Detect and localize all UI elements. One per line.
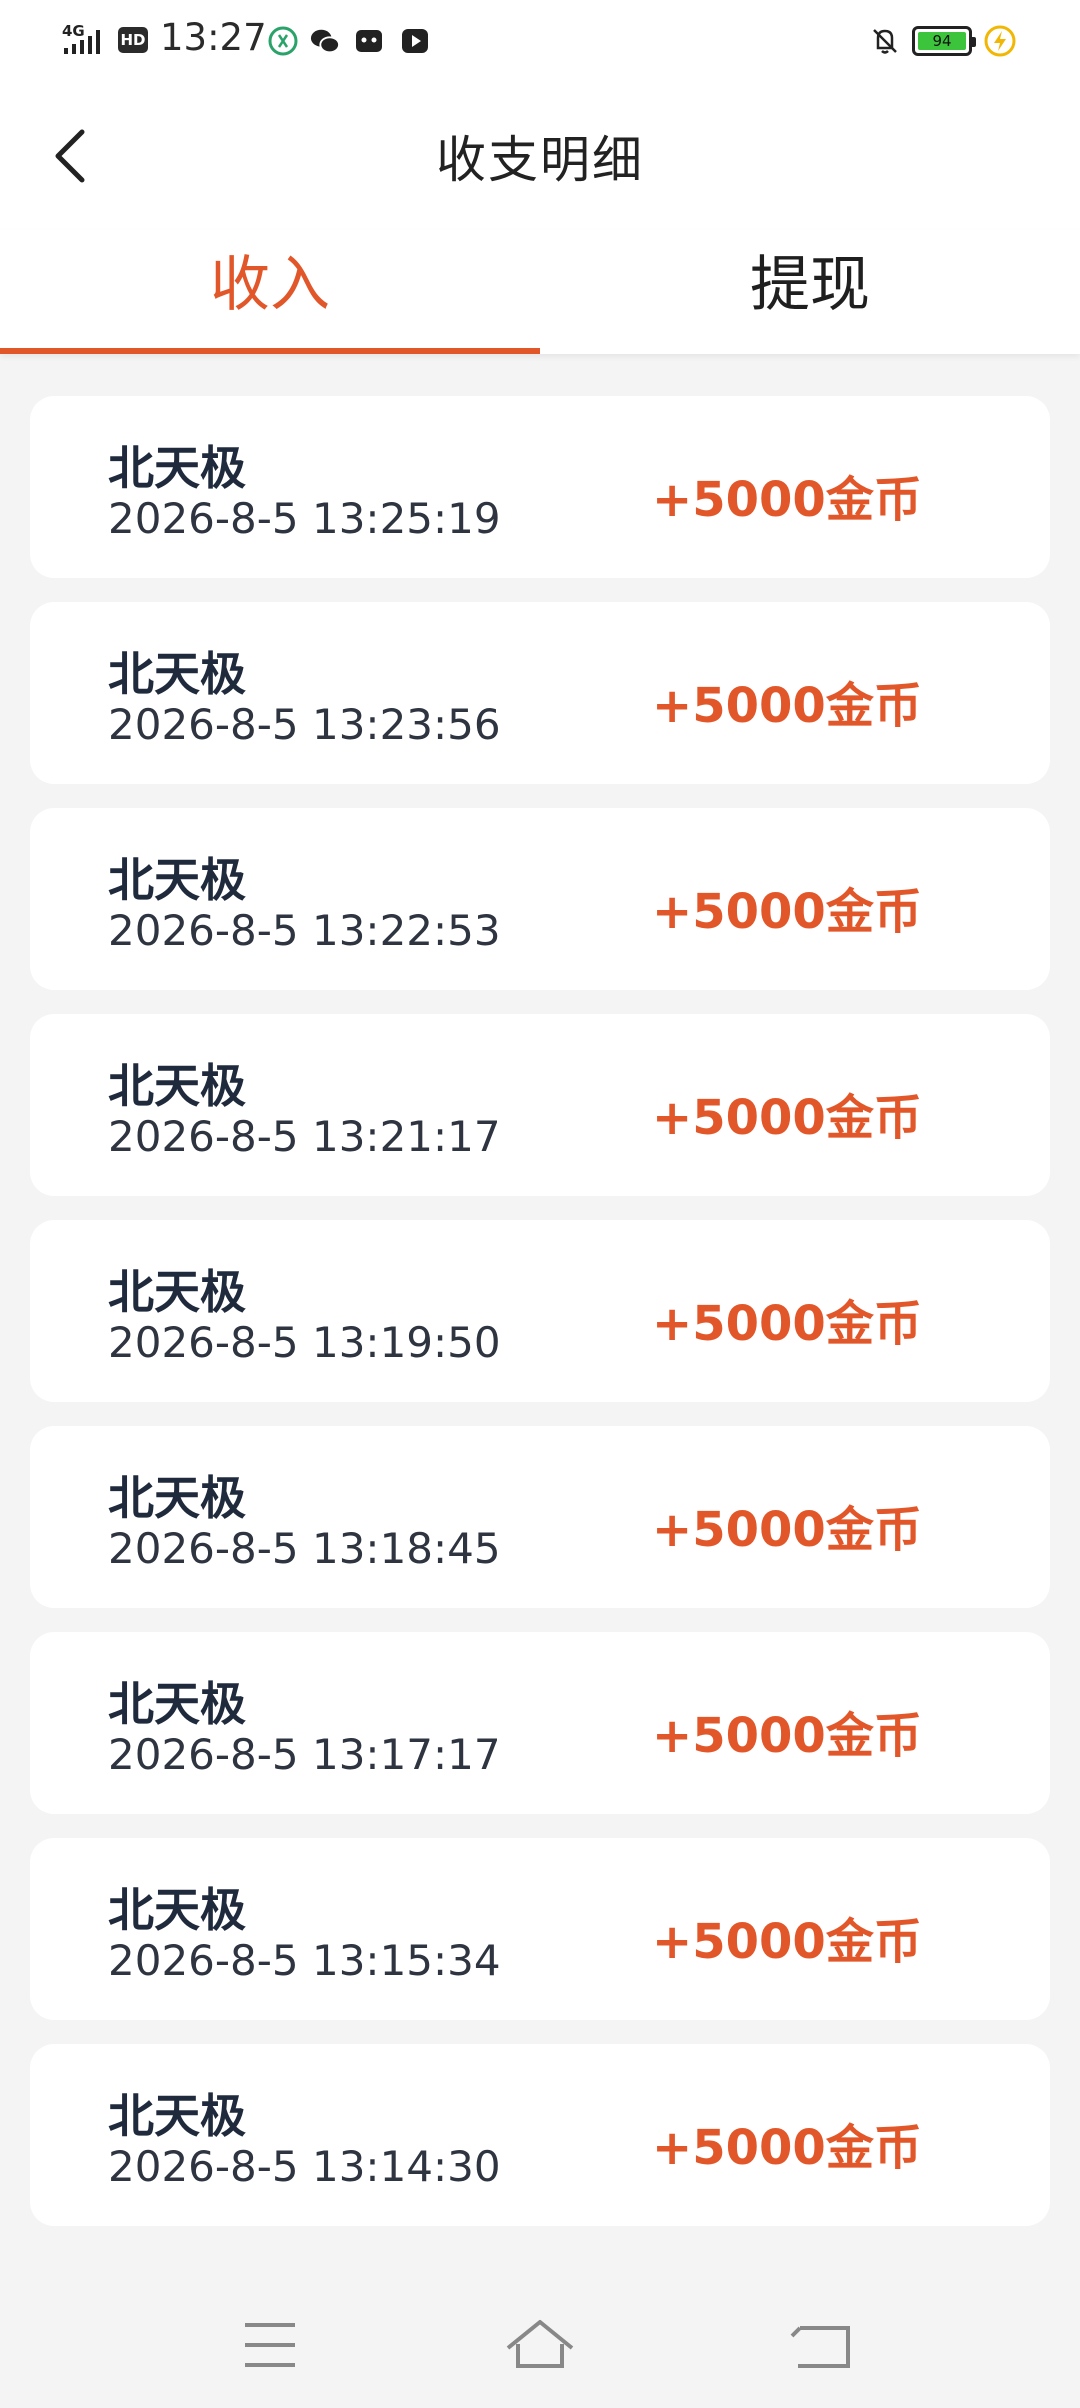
active-tab-indicator <box>0 348 540 354</box>
record-name: 北天极 <box>108 1677 246 1731</box>
record-name: 北天极 <box>108 647 246 701</box>
tab-income[interactable]: 收入 <box>0 230 540 354</box>
record-time: 2026-8-5 13:25:19 <box>108 494 501 543</box>
list-item[interactable]: 北天极 2026-8-5 13:23:56 +5000金币 <box>30 602 1050 784</box>
record-amount: +5000金币 <box>652 1914 922 1970</box>
back-icon[interactable] <box>770 2300 870 2390</box>
status-bar: 4G HD 13:27 94 <box>0 0 1080 80</box>
home-icon[interactable] <box>490 2300 590 2390</box>
battery-icon: 94 <box>912 26 976 56</box>
page-title: 收支明细 <box>436 131 644 189</box>
tab-bar: 收入 提现 <box>0 230 1080 354</box>
record-time: 2026-8-5 13:23:56 <box>108 700 501 749</box>
mute-bell-icon <box>873 29 897 54</box>
record-time: 2026-8-5 13:15:34 <box>108 1936 501 1985</box>
record-time: 2026-8-5 13:14:30 <box>108 2142 501 2191</box>
record-name: 北天极 <box>108 1883 246 1937</box>
record-amount: +5000金币 <box>652 1090 922 1146</box>
record-amount: +5000金币 <box>652 1296 922 1352</box>
record-name: 北天极 <box>108 853 246 907</box>
wechat-icon <box>310 29 340 54</box>
record-time: 2026-8-5 13:19:50 <box>108 1318 501 1367</box>
cat-app-icon <box>356 30 382 52</box>
list-item[interactable]: 北天极 2026-8-5 13:14:30 +5000金币 <box>30 2044 1050 2226</box>
menu-icon[interactable] <box>220 2300 320 2390</box>
record-name: 北天极 <box>108 2089 246 2143</box>
battery-level: 94 <box>932 32 952 50</box>
system-nav-bar <box>0 2280 1080 2408</box>
list-item[interactable]: 北天极 2026-8-5 13:25:19 +5000金币 <box>30 396 1050 578</box>
hd-badge: HD <box>118 27 148 53</box>
record-amount: +5000金币 <box>652 884 922 940</box>
cellular-signal-icon: 4G <box>62 22 110 58</box>
list-item[interactable]: 北天极 2026-8-5 13:19:50 +5000金币 <box>30 1220 1050 1402</box>
header: 收支明细 <box>0 80 1080 230</box>
record-time: 2026-8-5 13:17:17 <box>108 1730 501 1779</box>
status-time: 13:27 <box>160 16 267 59</box>
record-amount: +5000金币 <box>652 2120 922 2176</box>
record-amount: +5000金币 <box>652 1502 922 1558</box>
record-name: 北天极 <box>108 1059 246 1113</box>
record-name: 北天极 <box>108 1471 246 1525</box>
list-item[interactable]: 北天极 2026-8-5 13:17:17 +5000金币 <box>30 1632 1050 1814</box>
list-item[interactable]: 北天极 2026-8-5 13:21:17 +5000金币 <box>30 1014 1050 1196</box>
video-app-icon <box>402 29 428 53</box>
record-time: 2026-8-5 13:21:17 <box>108 1112 501 1161</box>
record-amount: +5000金币 <box>652 472 922 528</box>
record-name: 北天极 <box>108 441 246 495</box>
record-name: 北天极 <box>108 1265 246 1319</box>
record-time: 2026-8-5 13:18:45 <box>108 1524 501 1573</box>
list-item[interactable]: 北天极 2026-8-5 13:18:45 +5000金币 <box>30 1426 1050 1608</box>
list-item[interactable]: 北天极 2026-8-5 13:22:53 +5000金币 <box>30 808 1050 990</box>
tab-withdraw[interactable]: 提现 <box>540 230 1080 354</box>
wallet-app-icon <box>268 26 298 56</box>
charging-icon <box>984 25 1016 57</box>
record-amount: +5000金币 <box>652 678 922 734</box>
record-time: 2026-8-5 13:22:53 <box>108 906 501 955</box>
record-amount: +5000金币 <box>652 1708 922 1764</box>
list-item[interactable]: 北天极 2026-8-5 13:15:34 +5000金币 <box>30 1838 1050 2020</box>
